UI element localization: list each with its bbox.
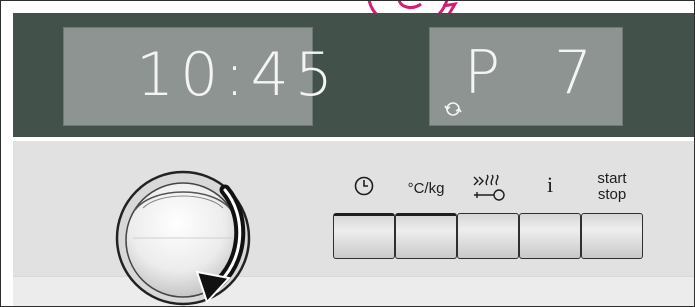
clock-icon — [354, 176, 374, 196]
program-display: P 7 — [429, 27, 623, 126]
temp-weight-label: °C/kg — [407, 180, 445, 197]
info-label: i — [546, 172, 554, 197]
button-labels: °C/kg i start stop — [333, 171, 645, 211]
temperature-weight-button[interactable] — [395, 213, 457, 259]
rapid-heat-button[interactable] — [457, 213, 519, 259]
program-number: 7 — [554, 38, 593, 108]
timer-button[interactable] — [333, 213, 395, 259]
rapid-heat-key-icon — [473, 174, 505, 201]
start-stop-label: start stop — [581, 171, 643, 211]
start-stop-button[interactable] — [581, 213, 643, 259]
rotary-knob[interactable] — [113, 158, 283, 306]
rotation-icon — [444, 102, 462, 116]
info-button[interactable] — [519, 213, 581, 259]
program-letter: P — [464, 38, 501, 108]
time-display: 10:45 — [63, 27, 333, 126]
time-readout: 10:45 — [136, 40, 339, 110]
display-panel: 10:45 P 7 — [13, 13, 694, 137]
clock-label — [333, 171, 395, 211]
oven-control-panel: 10:45 P 7 °C/kg i start stop — [0, 0, 695, 307]
rapid-heat-label — [457, 171, 519, 211]
start-label: start — [597, 170, 627, 187]
stop-label: stop — [597, 186, 627, 203]
button-row — [333, 213, 645, 261]
